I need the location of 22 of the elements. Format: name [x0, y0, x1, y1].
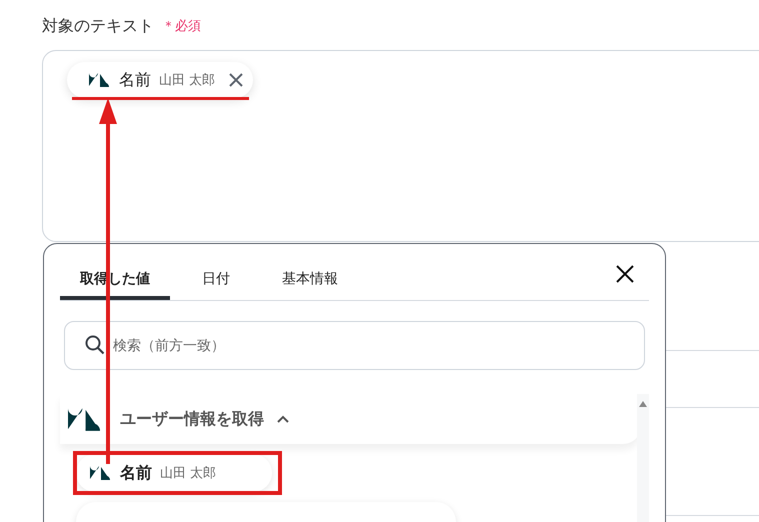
tab[interactable]: 基本情報: [262, 262, 358, 300]
scroll-up-icon[interactable]: [638, 400, 648, 408]
close-icon[interactable]: [615, 264, 635, 284]
chip-name: 名前: [119, 70, 151, 90]
logo-icon: [90, 466, 110, 480]
logo-icon: [89, 73, 109, 87]
scrollbar[interactable]: [637, 394, 649, 522]
group-title: ユーザー情報を取得: [120, 408, 264, 430]
variable-item[interactable]: 名前 山田 太郎: [76, 454, 272, 492]
field-label: 対象のテキスト: [42, 16, 154, 36]
text-input-area[interactable]: 名前 山田 太郎: [42, 50, 759, 242]
item-value: 山田 太郎: [160, 465, 216, 482]
required-mark: ＊必須: [162, 18, 201, 35]
chevron-icon[interactable]: [276, 414, 290, 424]
item-name: 名前: [120, 462, 152, 484]
group-header[interactable]: ユーザー情報を取得: [60, 394, 641, 444]
tab[interactable]: 日付: [182, 262, 250, 300]
logo-icon: [68, 408, 100, 430]
search-field[interactable]: 検索（前方一致）: [64, 321, 645, 370]
chip-value: 山田 太郎: [159, 72, 216, 89]
search-icon: [85, 335, 105, 355]
variable-chip[interactable]: 名前 山田 太郎: [67, 62, 254, 98]
